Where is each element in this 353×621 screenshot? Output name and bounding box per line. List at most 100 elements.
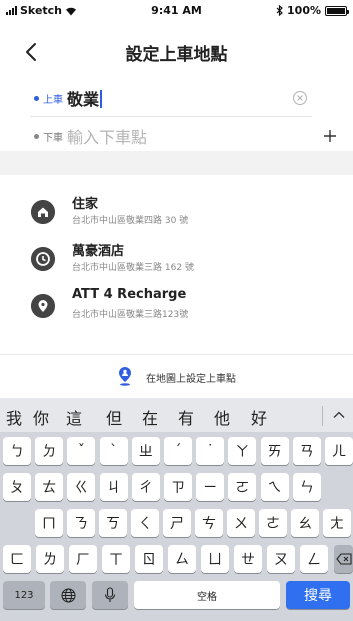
person-pin-icon bbox=[119, 367, 131, 386]
pickup-dot bbox=[34, 95, 39, 101]
chevron-up-icon[interactable] bbox=[332, 408, 346, 422]
keyboard-key[interactable]: ㄡ bbox=[267, 545, 295, 573]
keyboard-key[interactable]: ㄘ bbox=[195, 509, 223, 537]
keyboard-key[interactable]: ㄗ bbox=[164, 473, 192, 501]
keyboard-key[interactable]: ㄔ bbox=[131, 473, 160, 501]
keyboard-key[interactable]: ㄌ bbox=[36, 545, 64, 573]
keyboard-key[interactable]: ㄙ bbox=[168, 545, 196, 573]
keyboard-key[interactable]: ㄨ bbox=[227, 509, 255, 537]
location-pin-icon bbox=[31, 294, 55, 318]
dropoff-label: 下車 bbox=[43, 132, 63, 144]
keyboard-key[interactable]: ㄣ bbox=[292, 473, 321, 501]
route-divider bbox=[30, 116, 312, 117]
candidate-word[interactable]: 在 bbox=[142, 405, 158, 429]
keyboard-key[interactable]: ㄋ bbox=[67, 509, 95, 537]
place-name: 萬豪酒店 bbox=[72, 244, 125, 259]
keyboard-key[interactable]: ˙ bbox=[196, 437, 225, 465]
keyboard-key[interactable]: ㄆ bbox=[3, 473, 31, 501]
bluetooth-icon bbox=[276, 5, 283, 16]
candidate-word[interactable]: 有 bbox=[178, 405, 194, 429]
keyboard-key[interactable]: ㄐ bbox=[99, 473, 128, 501]
place-item-recent[interactable]: 萬豪酒店 台北市中山區敬業三路 162 號 bbox=[0, 237, 353, 281]
candidate-word[interactable]: 我 bbox=[6, 405, 22, 429]
keyboard-key[interactable]: ㄦ bbox=[325, 437, 353, 465]
dropoff-dot bbox=[34, 133, 39, 139]
search-key[interactable]: 搜尋 bbox=[286, 581, 350, 609]
place-address: 台北市中山區敬業四路 30 號 bbox=[72, 216, 189, 226]
keyboard-key[interactable]: ㄒ bbox=[102, 545, 130, 573]
dropoff-input[interactable]: 輸入下車點 bbox=[67, 124, 147, 148]
keyboard-key[interactable]: ㄏ bbox=[69, 545, 97, 573]
candidate-word[interactable]: 好 bbox=[251, 405, 267, 429]
keyboard-key[interactable]: ㄑ bbox=[131, 509, 159, 537]
space-key[interactable]: 空格 bbox=[134, 581, 280, 609]
keyboard-key[interactable]: ㄟ bbox=[260, 473, 289, 501]
home-icon bbox=[31, 200, 55, 224]
numbers-key[interactable]: 123 bbox=[3, 581, 45, 609]
pickup-value: 敬業 bbox=[67, 90, 100, 109]
candidate-separator bbox=[322, 406, 323, 426]
place-name: ATT 4 Recharge bbox=[72, 287, 187, 302]
section-separator bbox=[0, 151, 353, 175]
candidate-bar: 我 你 這 但 在 有 他 好 bbox=[0, 398, 353, 432]
microphone-key[interactable] bbox=[92, 581, 128, 609]
candidate-word[interactable]: 這 bbox=[66, 405, 82, 429]
battery-fill bbox=[327, 7, 345, 14]
pickup-row[interactable]: 上車 敬業 bbox=[0, 80, 353, 116]
place-item-home[interactable]: 住家 台北市中山區敬業四路 30 號 bbox=[0, 190, 353, 234]
keyboard-key[interactable]: ㄞ bbox=[260, 437, 289, 465]
place-address: 台北市中山區敬業三路123號 bbox=[72, 310, 189, 320]
keyboard-key[interactable]: ㄓ bbox=[131, 437, 160, 465]
candidate-word[interactable]: 但 bbox=[106, 405, 122, 429]
keyboard-key[interactable]: ㄜ bbox=[259, 509, 287, 537]
status-bar: Sketch 9:41 AM 100% bbox=[0, 0, 353, 20]
candidate-word[interactable]: 你 bbox=[33, 405, 49, 429]
keyboard-key[interactable]: ㄕ bbox=[163, 509, 191, 537]
keyboard-key[interactable]: ㄇ bbox=[35, 509, 63, 537]
keyboard-key[interactable]: ㄛ bbox=[228, 473, 257, 501]
keyboard: 我 你 這 但 在 有 他 好 ㄅㄉ ˇ ˋ ㄓ ˊ ˙ ㄚㄞㄢㄦ ㄆㄊㄍㄐㄔㄗㄧㄛㄟㄣ ㄇ… bbox=[0, 398, 353, 621]
keyboard-key[interactable]: ㄚ bbox=[228, 437, 257, 465]
text-caret bbox=[100, 90, 102, 108]
map-link-label: 在地圖上設定上車點 bbox=[146, 374, 236, 385]
place-name: 住家 bbox=[72, 197, 99, 212]
keyboard-key[interactable]: ˊ bbox=[164, 437, 192, 465]
pickup-label: 上車 bbox=[43, 94, 63, 106]
keyboard-key[interactable]: ㄠ bbox=[291, 509, 319, 537]
status-right: 100% bbox=[276, 4, 349, 17]
set-pickup-on-map-button[interactable]: 在地圖上設定上車點 bbox=[0, 362, 353, 390]
keyboard-key[interactable]: ㄢ bbox=[292, 437, 321, 465]
keyboard-key[interactable]: ㄥ bbox=[300, 545, 328, 573]
keyboard-key[interactable]: ㄍ bbox=[67, 473, 96, 501]
page-title: 設定上車地點 bbox=[125, 45, 228, 65]
keyboard-key[interactable]: ㄊ bbox=[35, 473, 64, 501]
pickup-input[interactable]: 敬業 bbox=[67, 86, 102, 110]
keyboard-key[interactable]: ㄅ bbox=[3, 437, 31, 465]
header: 設定上車地點 bbox=[0, 36, 353, 66]
keyboard-key[interactable]: ㄈ bbox=[3, 545, 31, 573]
dropoff-row[interactable]: 下車 輸入下車點 bbox=[0, 118, 353, 154]
map-divider bbox=[0, 354, 353, 355]
keyboard-key[interactable]: ˇ bbox=[67, 437, 96, 465]
keyboard-key[interactable]: ㄖ bbox=[135, 545, 163, 573]
place-item-location[interactable]: ATT 4 Recharge 台北市中山區敬業三路123號 bbox=[0, 284, 353, 328]
keyboard-key[interactable]: ㄧ bbox=[196, 473, 225, 501]
keyboard-key[interactable]: ㄉ bbox=[35, 437, 64, 465]
keyboard-key[interactable]: ㄤ bbox=[323, 509, 351, 537]
keyboard-key[interactable]: ˋ bbox=[99, 437, 128, 465]
delete-key[interactable] bbox=[334, 545, 353, 573]
place-address: 台北市中山區敬業三路 162 號 bbox=[72, 263, 194, 273]
plus-icon[interactable] bbox=[322, 128, 338, 144]
keyboard-key[interactable]: ㄝ bbox=[234, 545, 262, 573]
battery-icon bbox=[325, 5, 349, 16]
clear-circle-icon[interactable] bbox=[292, 90, 308, 106]
candidate-word[interactable]: 他 bbox=[214, 405, 230, 429]
globe-key[interactable] bbox=[50, 581, 86, 609]
battery-percent: 100% bbox=[287, 4, 321, 17]
keyboard-key[interactable]: ㄩ bbox=[201, 545, 229, 573]
clock-icon bbox=[31, 247, 55, 271]
globe-icon bbox=[61, 588, 75, 602]
microphone-icon bbox=[104, 587, 116, 602]
delete-backspace-icon bbox=[335, 553, 352, 565]
keyboard-key[interactable]: ㄎ bbox=[99, 509, 127, 537]
